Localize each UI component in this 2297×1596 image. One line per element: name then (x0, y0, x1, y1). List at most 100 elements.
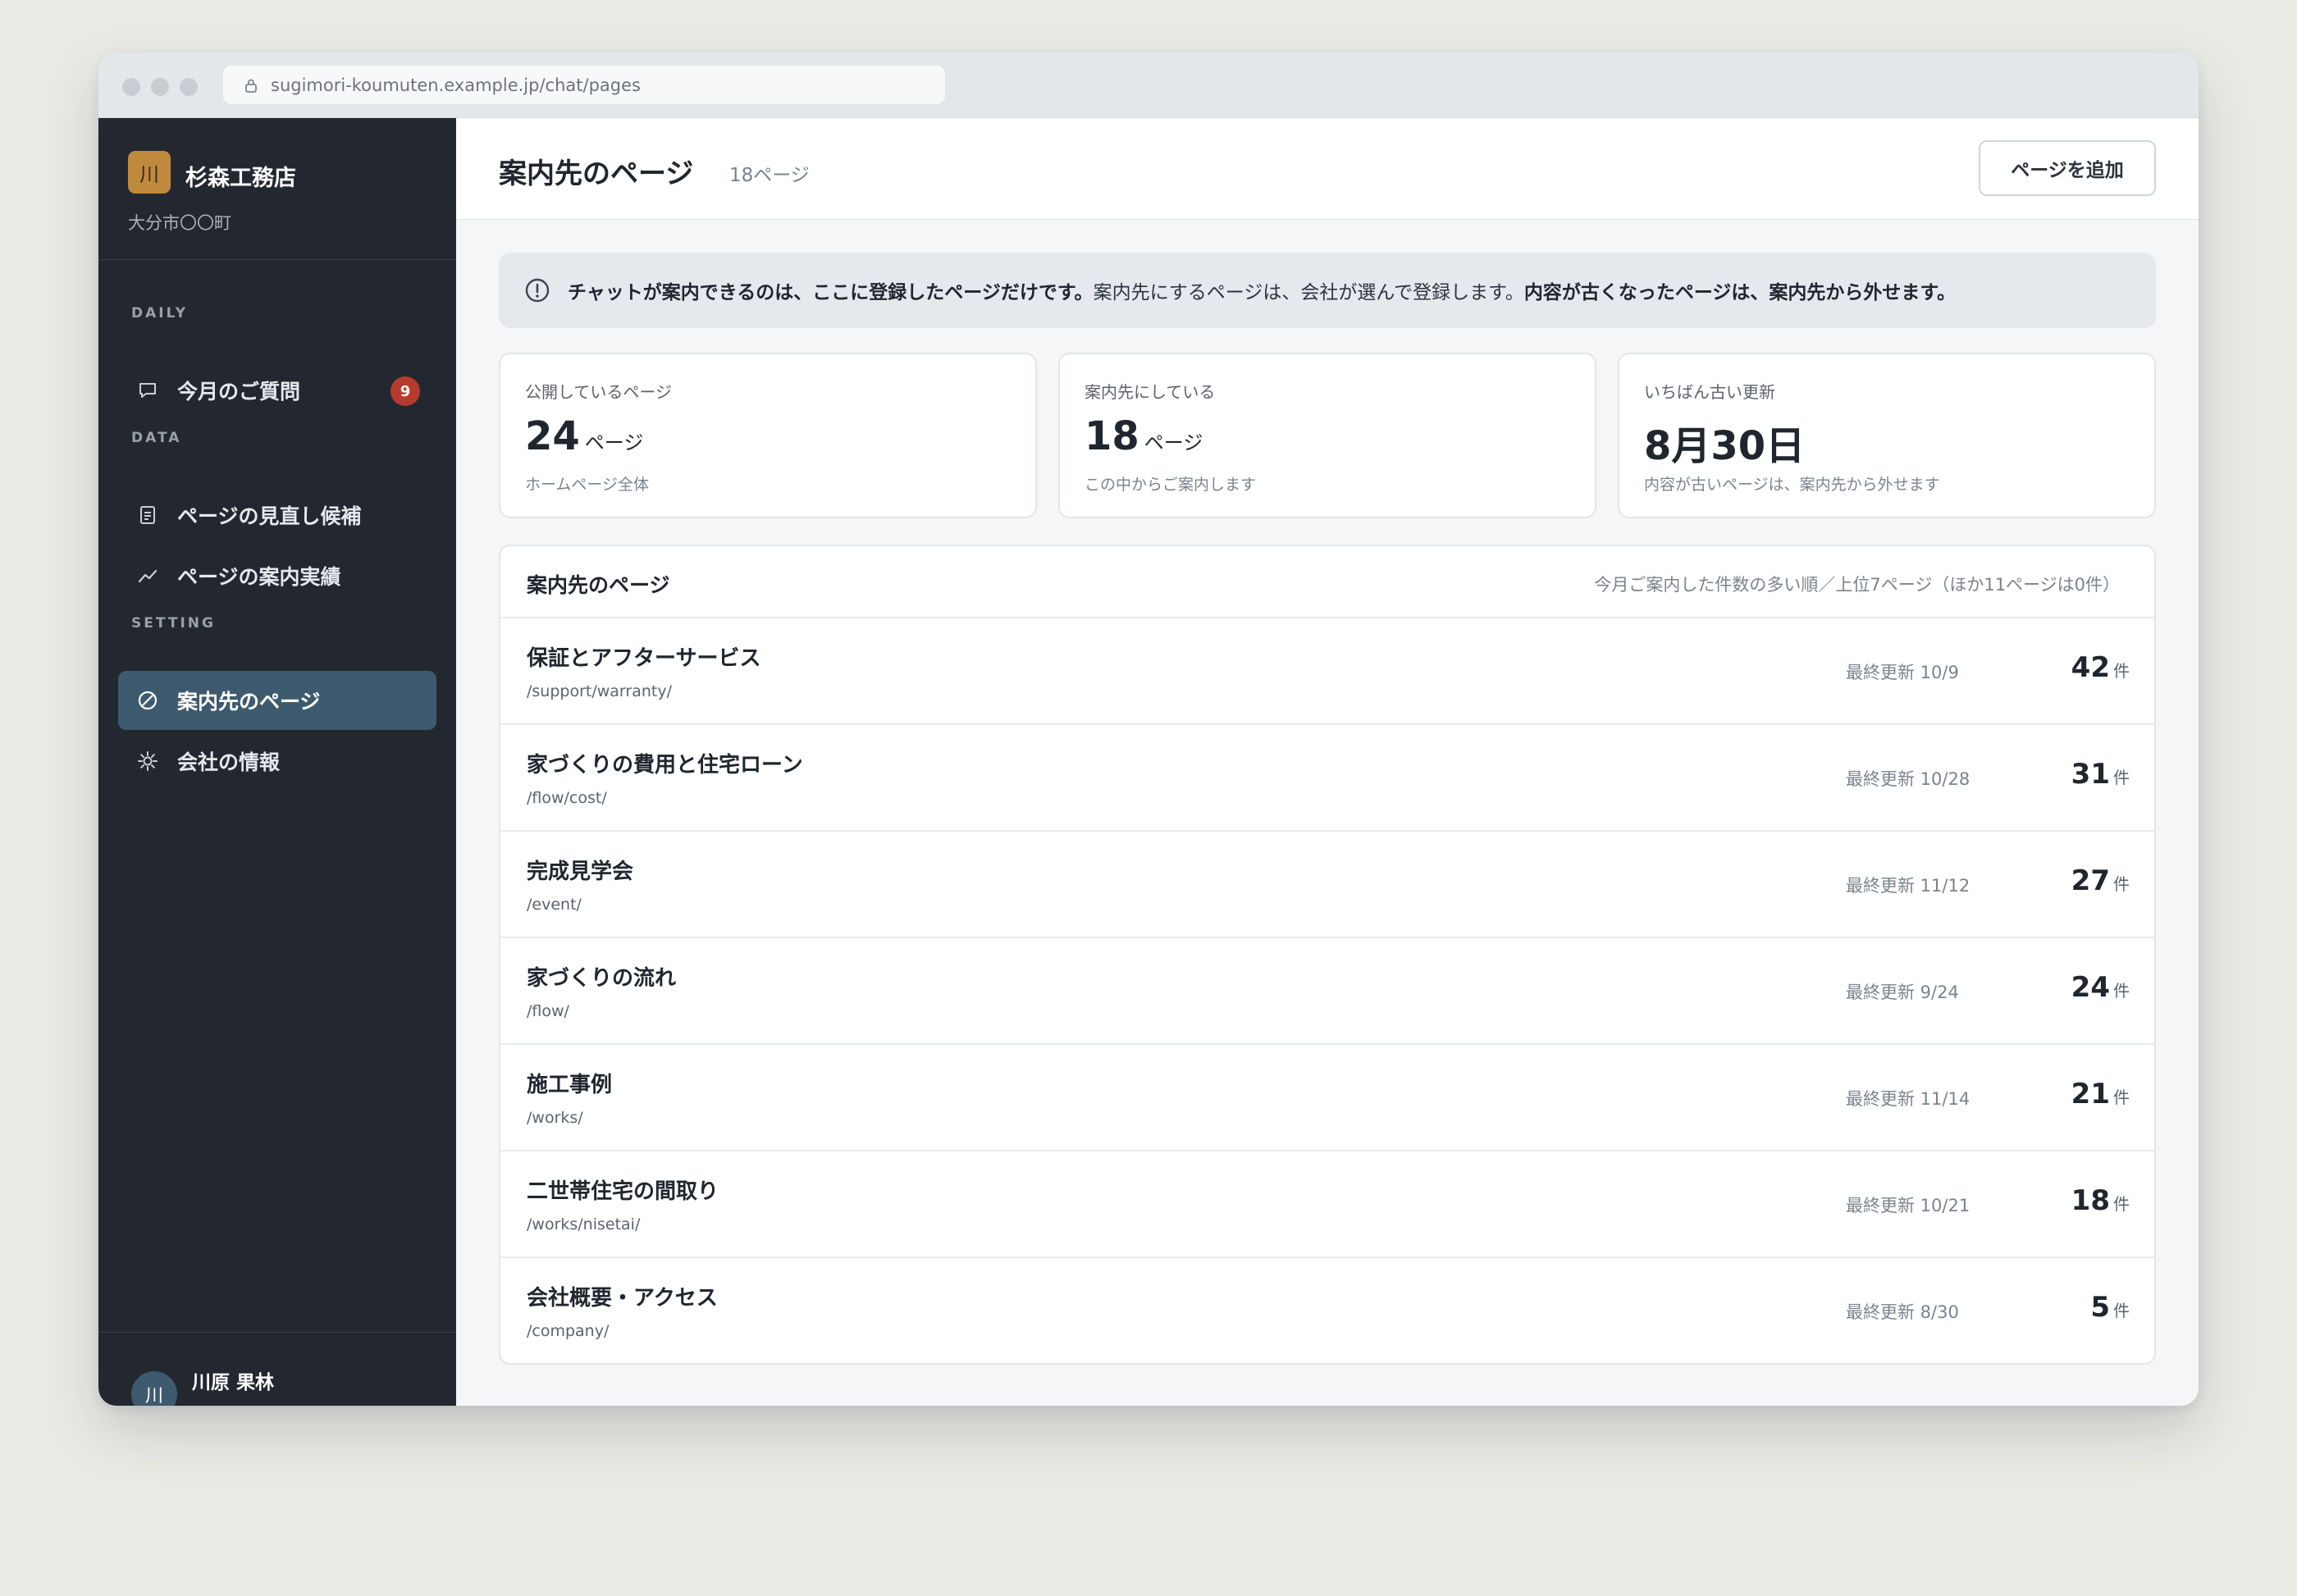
row-title[interactable]: 施工事例 (527, 1068, 612, 1098)
row-last-updated: 最終更新 10/9 (1846, 663, 1959, 682)
row-path: /event/ (527, 896, 582, 914)
guide-pages-list: 案内先のページ 今月ご案内した件数の多い順／上位7ページ（ほか11ページは0件）… (499, 545, 2156, 1365)
stat-label: いちばん古い更新 (1644, 382, 1775, 402)
count-number: 42 (2071, 651, 2110, 684)
row-path: /company/ (527, 1322, 610, 1340)
sidebar-item-label: 今月のご質問 (177, 380, 301, 404)
row-last-updated: 最終更新 8/30 (1846, 1302, 1959, 1322)
table-row[interactable]: 二世帯住宅の間取り/works/nisetai/最終更新 10/21 18 件 (500, 1151, 2154, 1258)
sidebar-item-questions[interactable]: 今月のご質問 9 (118, 361, 436, 420)
sidebar-divider (98, 1332, 456, 1333)
row-title[interactable]: 二世帯住宅の間取り (527, 1174, 719, 1205)
row-last-updated: 最終更新 10/28 (1846, 769, 1970, 789)
notice-text: 案内先にするページは、会社が選んで登録します。 (1093, 282, 1524, 303)
stat-card-oldest-update: いちばん古い更新 8月30日 内容が古いページは、案内先から外せます (1618, 353, 2156, 518)
address-url: sugimori-koumuten.example.jp/chat/pages (271, 75, 641, 95)
row-title[interactable]: 会社概要・アクセス (527, 1281, 718, 1311)
row-last-updated: 最終更新 11/12 (1846, 876, 1970, 896)
count-number: 24 (2071, 971, 2110, 1004)
count-number: 27 (2071, 864, 2110, 897)
browser-window: sugimori-koumuten.example.jp/chat/pages … (98, 52, 2199, 1406)
section-label-setting: SETTING (131, 615, 216, 632)
list-title: 案内先のページ (527, 573, 670, 597)
lock-icon (245, 79, 257, 93)
stat-card-published: 公開しているページ 24 ページ ホームページ全体 (499, 353, 1037, 518)
row-guide-count: 27 件 (2071, 864, 2130, 897)
row-last-updated: 最終更新 10/21 (1846, 1196, 1970, 1215)
stat-number: 18 (1085, 413, 1139, 459)
row-guide-count: 5件 (2090, 1291, 2130, 1324)
main-content: 案内先のページ 18ページ ページを追加 チャットが案内できるのは、ここに登録し… (456, 118, 2199, 1406)
table-row[interactable]: 施工事例/works/最終更新 11/14 21 件 (500, 1045, 2154, 1151)
info-notice: チャットが案内できるのは、ここに登録したページだけです。 案内先にするページは、… (499, 253, 2156, 328)
row-guide-count: 31 件 (2071, 758, 2130, 791)
table-row[interactable]: 保証とアフターサービス/support/warranty/最終更新 10/9 42… (500, 618, 2154, 725)
row-title[interactable]: 完成見学会 (527, 855, 633, 885)
sidebar-item-review-candidates[interactable]: ページの見直し候補 (118, 486, 436, 545)
stat-label: 公開しているページ (525, 382, 672, 402)
sidebar-item-label: 会社の情報 (177, 750, 281, 774)
add-page-button[interactable]: ページを追加 (1979, 140, 2156, 196)
brand-logo: 川 (128, 151, 171, 194)
circle-slash-icon (138, 691, 158, 710)
row-guide-count: 24 件 (2071, 971, 2130, 1004)
table-row[interactable]: 完成見学会/event/最終更新 11/12 27 件 (500, 832, 2154, 938)
sidebar-item-company-info[interactable]: 会社の情報 (118, 732, 436, 791)
count-unit: 件 (2113, 1194, 2130, 1214)
row-path: /flow/cost/ (527, 789, 607, 807)
user-name: 川原 果林 (192, 1372, 275, 1393)
list-sort-caption: 今月ご案内した件数の多い順／上位7ページ（ほか11ページは0件） (1594, 575, 2120, 595)
row-title[interactable]: 家づくりの流れ (527, 961, 676, 992)
row-title[interactable]: 家づくりの費用と住宅ローン (527, 748, 803, 778)
section-label-daily: DAILY (131, 305, 189, 321)
row-guide-count: 42 件 (2071, 651, 2130, 684)
count-unit: 件 (2113, 874, 2130, 894)
section-label-data: DATA (131, 430, 182, 446)
sidebar-item-label: 案内先のページ (177, 690, 321, 714)
table-row[interactable]: 会社概要・アクセス/company/最終更新 8/30 5 件 (500, 1258, 2154, 1363)
stat-card-guided: 案内先にしている 18 ページ この中からご案内します (1058, 353, 1596, 518)
row-title[interactable]: 保証とアフターサービス (527, 641, 760, 672)
row-last-updated: 最終更新 9/24 (1846, 983, 1959, 1002)
notice-text-emphasis: チャットが案内できるのは、ここに登録したページだけです。 (568, 282, 1094, 303)
page-title: 案内先のページ (499, 157, 694, 190)
count-number: 21 (2071, 1078, 2110, 1110)
browser-chrome: sugimori-koumuten.example.jp/chat/pages (98, 52, 2199, 118)
stat-note: 内容が古いページは、案内先から外せます (1644, 476, 1940, 494)
stat-number: 24 (525, 413, 580, 459)
window-minimize-button[interactable] (151, 78, 169, 96)
count-number: 31 (2071, 758, 2110, 791)
sidebar-item-guide-results[interactable]: ページの案内実績 (118, 546, 436, 605)
row-guide-count: 18 件 (2071, 1184, 2130, 1217)
chat-bubble-icon (139, 383, 156, 398)
page-count: 18ページ (729, 165, 810, 186)
avatar[interactable]: 川 (131, 1371, 177, 1406)
unread-count-badge: 9 (390, 376, 420, 406)
count-unit: 件 (2113, 981, 2130, 1001)
table-row[interactable]: 家づくりの流れ/flow/最終更新 9/24 24 件 (500, 938, 2154, 1045)
page-header: 案内先のページ 18ページ ページを追加 (456, 118, 2199, 220)
stat-unit: ページ (1144, 431, 1203, 454)
row-path: /works/nisetai/ (527, 1215, 641, 1233)
window-maximize-button[interactable] (180, 78, 198, 96)
sidebar-item-guide-pages[interactable]: 案内先のページ (118, 671, 436, 730)
notice-text-emphasis: 内容が古くなったページは、案内先から外せます。 (1523, 282, 1957, 303)
row-path: /works/ (527, 1109, 583, 1127)
stat-note: この中からご案内します (1085, 476, 1257, 494)
table-row[interactable]: 家づくりの費用と住宅ローン/flow/cost/最終更新 10/28 31 件 (500, 725, 2154, 832)
row-guide-count: 21 件 (2071, 1078, 2130, 1110)
sun-gear-icon (138, 751, 158, 771)
info-alert-icon (525, 278, 550, 303)
sidebar-item-label: ページの見直し候補 (177, 504, 362, 528)
stat-value: 8月30日 (1644, 413, 1805, 471)
brand-location: 大分市〇〇町 (128, 213, 231, 233)
address-bar[interactable]: sugimori-koumuten.example.jp/chat/pages (223, 66, 945, 104)
stat-note: ホームページ全体 (525, 476, 650, 494)
document-icon (140, 506, 155, 524)
stat-number: 8月30日 (1644, 423, 1806, 469)
sidebar: 川 杉森工務店 大分市〇〇町 DAILY 今月のご質問 9 DATA ページの見… (98, 118, 456, 1406)
window-close-button[interactable] (122, 78, 140, 96)
stat-value: 18 ページ (1085, 413, 1203, 459)
sidebar-item-label: ページの案内実績 (177, 565, 341, 589)
count-unit: 件 (2113, 1088, 2130, 1107)
